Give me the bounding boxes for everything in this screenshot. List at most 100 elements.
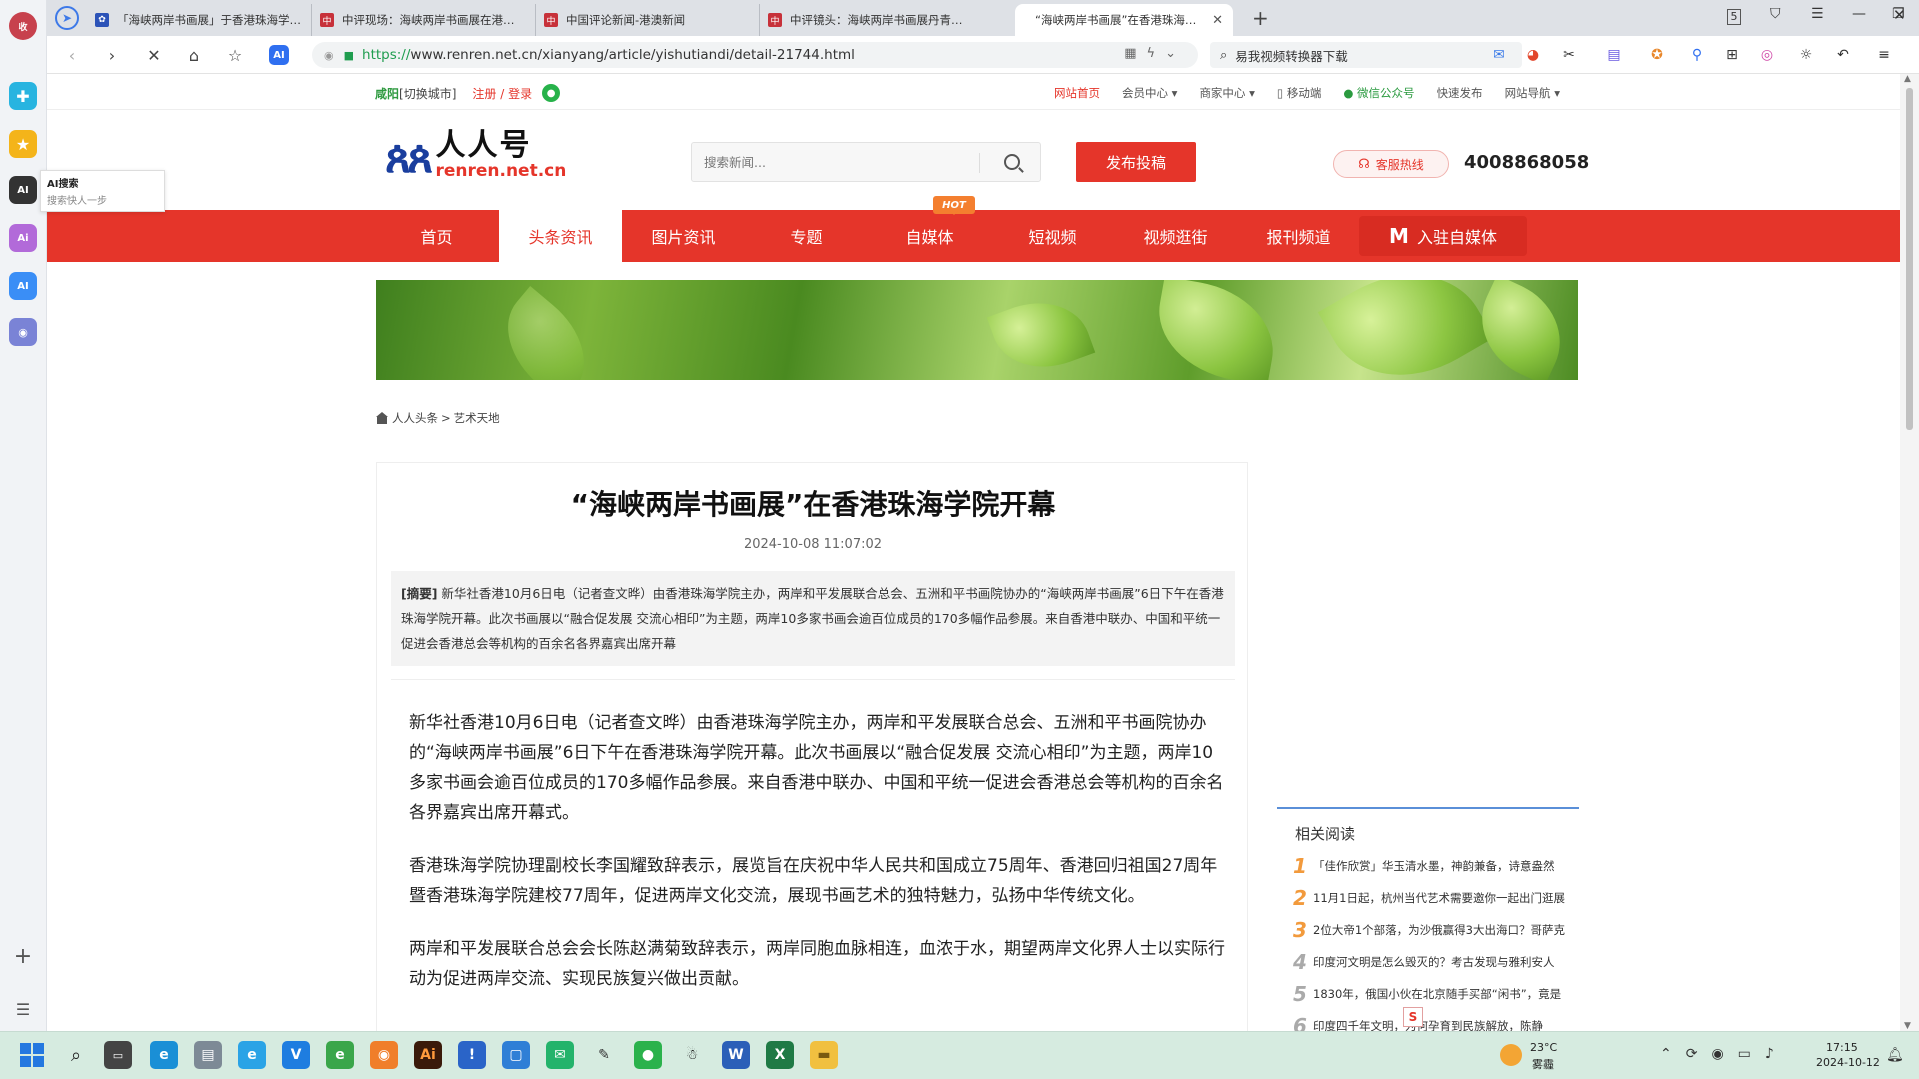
tab-close-icon[interactable]: ✕ xyxy=(1212,13,1223,28)
magnifier-icon[interactable]: ⚲ xyxy=(1687,45,1707,65)
sidebar-menu-icon[interactable]: ☰ xyxy=(9,995,37,1023)
360-browser-icon[interactable]: e xyxy=(326,1041,354,1069)
ai-color-icon[interactable]: ◎ xyxy=(1757,45,1777,65)
util-link-quick-post[interactable]: 快速发布 xyxy=(1437,85,1483,101)
nav-newspaper[interactable]: 报刊频道 xyxy=(1237,210,1360,262)
translate-app-icon[interactable]: ✚ xyxy=(9,82,37,110)
browser-search-box[interactable]: ⌕ 易我视频转换器下载 xyxy=(1210,42,1522,68)
nav-we-media[interactable]: 自媒体 xyxy=(868,210,991,262)
util-link-wechat[interactable]: ● 微信公众号 xyxy=(1343,85,1414,101)
scroll-thumb[interactable] xyxy=(1906,88,1913,430)
browser-tab[interactable]: ✿ 「海峡两岸书画展」于香港珠海学院开幕 xyxy=(87,4,311,36)
edge-browser-icon[interactable]: e xyxy=(150,1041,178,1069)
ai-assistant-icon[interactable]: Ai xyxy=(9,224,37,252)
page-scrollbar[interactable]: ▲ ▼ xyxy=(1900,74,1919,1031)
bookmark-star-icon[interactable]: ☆ xyxy=(224,44,246,66)
related-item[interactable]: 2 11月1日起，杭州当代艺术需要邀你一起出门逛展 xyxy=(1293,885,1573,911)
favorites-star-icon[interactable]: ★ xyxy=(9,130,37,158)
related-link[interactable]: 1830年，俄国小伙在北京随手买部“闲书”，竟是 xyxy=(1313,986,1561,1002)
scroll-down-icon[interactable]: ▼ xyxy=(1904,1021,1911,1031)
game-icon[interactable]: ✪ xyxy=(1647,45,1667,65)
start-button[interactable] xyxy=(18,1041,46,1069)
brightness-icon[interactable]: ☼ xyxy=(1796,45,1816,65)
register-login-link[interactable]: 注册 / 登录 xyxy=(472,85,532,102)
nav-short-video[interactable]: 短视频 xyxy=(991,210,1114,262)
weibo-icon[interactable]: ◕ xyxy=(1523,45,1543,65)
undo-icon[interactable]: ↶ xyxy=(1833,45,1853,65)
breadcrumb-current[interactable]: 艺术天地 xyxy=(454,410,500,426)
address-bar[interactable]: ◉ ■ https://www.renren.net.cn/xianyang/a… xyxy=(312,42,1198,68)
forward-icon[interactable]: › xyxy=(101,44,123,66)
stop-loading-icon[interactable]: ✕ xyxy=(143,44,165,66)
nav-home[interactable]: 首页 xyxy=(375,210,498,262)
related-item[interactable]: 5 1830年，俄国小伙在北京随手买部“闲书”，竟是 xyxy=(1293,981,1573,1007)
search-icon[interactable] xyxy=(1004,154,1020,170)
related-item[interactable]: 6 印度四千年文明，为何孕育到民族解放，陈静 xyxy=(1293,1013,1573,1031)
qq-icon[interactable]: ☃ xyxy=(678,1041,706,1069)
apps-grid-icon[interactable]: ⊞ xyxy=(1722,45,1742,65)
navigation-arrow-icon[interactable]: ➤ xyxy=(55,6,79,30)
home-icon[interactable] xyxy=(376,412,388,424)
join-we-media-button[interactable]: M 入驻自媒体 xyxy=(1359,216,1527,256)
skin-icon[interactable]: ⛉ xyxy=(1770,6,1781,22)
mail-icon[interactable]: ✉ xyxy=(1489,45,1509,65)
tray-icons[interactable]: ⌃⟳◉▭♪ xyxy=(1660,1046,1788,1062)
site-info-icon[interactable]: ◉ xyxy=(324,49,334,62)
site-logo[interactable]: ጰጰ 人人号 renren.net.cn xyxy=(385,130,566,181)
blue-app-icon[interactable]: ! xyxy=(458,1041,486,1069)
breadcrumb-home[interactable]: 人人头条 xyxy=(392,410,438,426)
related-item[interactable]: 1 「佳作欣赏」华玉清水墨，神韵兼备，诗意盎然 xyxy=(1293,853,1573,879)
ai-writer-icon[interactable]: AI xyxy=(9,272,37,300)
home-icon[interactable]: ⌂ xyxy=(183,44,205,66)
illustrator-icon[interactable]: Ai xyxy=(414,1041,442,1069)
taskbar-search-icon[interactable]: ⌕ xyxy=(62,1041,90,1069)
mail-app-icon[interactable]: ✉ xyxy=(546,1041,574,1069)
related-link[interactable]: 「佳作欣赏」华玉清水墨，神韵兼备，诗意盎然 xyxy=(1313,858,1555,874)
user-avatar[interactable]: 收 xyxy=(9,12,37,40)
wechat-login-icon[interactable]: ● xyxy=(542,84,561,102)
nav-photo-news[interactable]: 图片资讯 xyxy=(622,210,745,262)
site-search-input[interactable] xyxy=(692,143,982,181)
clock-time[interactable]: 17:15 xyxy=(1826,1041,1858,1054)
util-link-merchant[interactable]: 商家中心 ▾ xyxy=(1199,85,1254,101)
orange-app-icon[interactable]: ◉ xyxy=(370,1041,398,1069)
nav-headlines[interactable]: 头条资讯 xyxy=(499,210,622,262)
excel-icon[interactable]: X xyxy=(766,1041,794,1069)
related-link[interactable]: 印度河文明是怎么毁灭的？考古发现与雅利安人 xyxy=(1313,954,1555,970)
menu-icon[interactable]: ☰ xyxy=(1811,6,1824,22)
related-link[interactable]: 印度四千年文明，为何孕育到民族解放，陈静 xyxy=(1313,1018,1543,1031)
pen-app-icon[interactable]: ✎ xyxy=(590,1041,618,1069)
ai-search-icon[interactable]: AI xyxy=(9,176,37,204)
browser-tab[interactable]: 中 中评现场：海峡两岸书画展在港开幕 xyxy=(311,4,535,36)
browser-tab[interactable]: 中 中国评论新闻-港澳新闻 xyxy=(535,4,759,36)
task-view-icon[interactable]: ▭ xyxy=(104,1041,132,1069)
v-app-icon[interactable]: V xyxy=(282,1041,310,1069)
switch-city-link[interactable]: [切换城市] xyxy=(399,85,456,102)
input-method-badge[interactable]: S xyxy=(1403,1007,1423,1027)
nav-video-shopping[interactable]: 视频逛街 xyxy=(1114,210,1237,262)
window-close-icon[interactable]: ✕ xyxy=(1893,6,1906,24)
scissors-icon[interactable]: ✂ xyxy=(1559,45,1579,65)
file-explorer-icon[interactable]: ▬ xyxy=(810,1041,838,1069)
address-tools-icons[interactable]: ▦ϟ⌄ xyxy=(1124,46,1186,61)
word-icon[interactable]: W xyxy=(722,1041,750,1069)
chatbot-icon[interactable]: ◉ xyxy=(9,318,37,346)
weather-icon[interactable] xyxy=(1500,1044,1522,1066)
publish-button[interactable]: 发布投稿 xyxy=(1076,142,1196,182)
more-menu-icon[interactable]: ≡ xyxy=(1874,45,1894,65)
util-link-home[interactable]: 网站首页 xyxy=(1054,85,1100,101)
new-tab-icon[interactable]: + xyxy=(1252,6,1269,30)
minimize-icon[interactable]: — xyxy=(1852,6,1866,22)
related-link[interactable]: 2位大帝1个部落，为沙俄赢得3大出海口？哥萨克 xyxy=(1313,922,1565,938)
notification-bell-icon[interactable]: 🔔︎ xyxy=(1886,1047,1904,1063)
browser-tab[interactable]: 中 中评镜头：海峡两岸书画展丹青传情 xyxy=(759,4,983,36)
wechat-icon[interactable]: ● xyxy=(634,1041,662,1069)
tab-count-icon[interactable]: 5 xyxy=(1727,9,1741,25)
hotline-badge[interactable]: ☊ 客服热线 xyxy=(1333,150,1449,178)
ai-button[interactable]: AI xyxy=(269,45,289,65)
util-link-mobile[interactable]: ▯ 移动端 xyxy=(1277,85,1321,101)
related-link[interactable]: 11月1日起，杭州当代艺术需要邀你一起出门逛展 xyxy=(1313,890,1565,906)
clock-date[interactable]: 2024-10-12 xyxy=(1816,1056,1880,1069)
scroll-up-icon[interactable]: ▲ xyxy=(1904,74,1911,84)
translate-icon[interactable]: ▤ xyxy=(1604,45,1624,65)
